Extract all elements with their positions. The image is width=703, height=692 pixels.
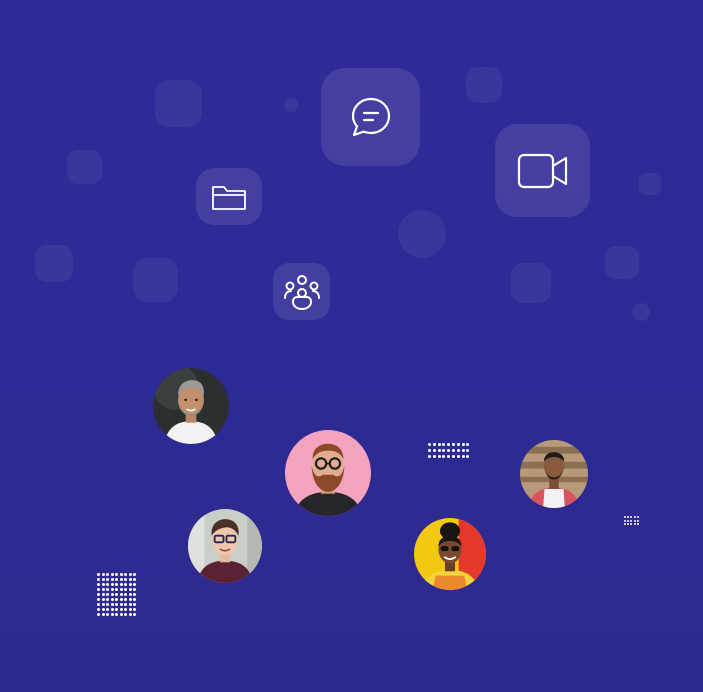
group-app-tile bbox=[273, 263, 330, 320]
decor-dot bbox=[284, 98, 298, 112]
avatar-man-apron bbox=[520, 440, 588, 508]
avatar-young-man-glasses bbox=[188, 509, 262, 583]
video-camera-icon bbox=[517, 153, 567, 188]
decor-tile bbox=[511, 263, 551, 303]
decor-tile bbox=[605, 246, 639, 279]
decor-dot bbox=[632, 303, 650, 321]
decor-tile bbox=[35, 245, 73, 282]
folder-icon bbox=[212, 185, 246, 210]
decor-tile bbox=[155, 80, 202, 127]
people-group-icon bbox=[283, 274, 320, 310]
dot-grid bbox=[428, 443, 470, 458]
decor-tile bbox=[133, 258, 178, 302]
video-app-tile bbox=[495, 124, 590, 217]
dot-grid bbox=[624, 516, 639, 525]
avatar-bearded-man-glasses bbox=[285, 430, 371, 516]
decor-tile bbox=[639, 173, 661, 195]
chat-bubble-icon bbox=[351, 97, 390, 137]
decor-dot bbox=[398, 210, 446, 258]
illustration-canvas bbox=[0, 0, 703, 692]
decor-tile bbox=[466, 67, 502, 103]
folder-app-tile bbox=[196, 168, 262, 225]
dot-grid bbox=[97, 573, 136, 616]
decor-tile bbox=[67, 150, 102, 184]
chat-app-tile bbox=[321, 68, 420, 166]
avatar-gray-haired-man bbox=[153, 368, 229, 444]
avatar-woman-sunglasses bbox=[414, 518, 486, 590]
